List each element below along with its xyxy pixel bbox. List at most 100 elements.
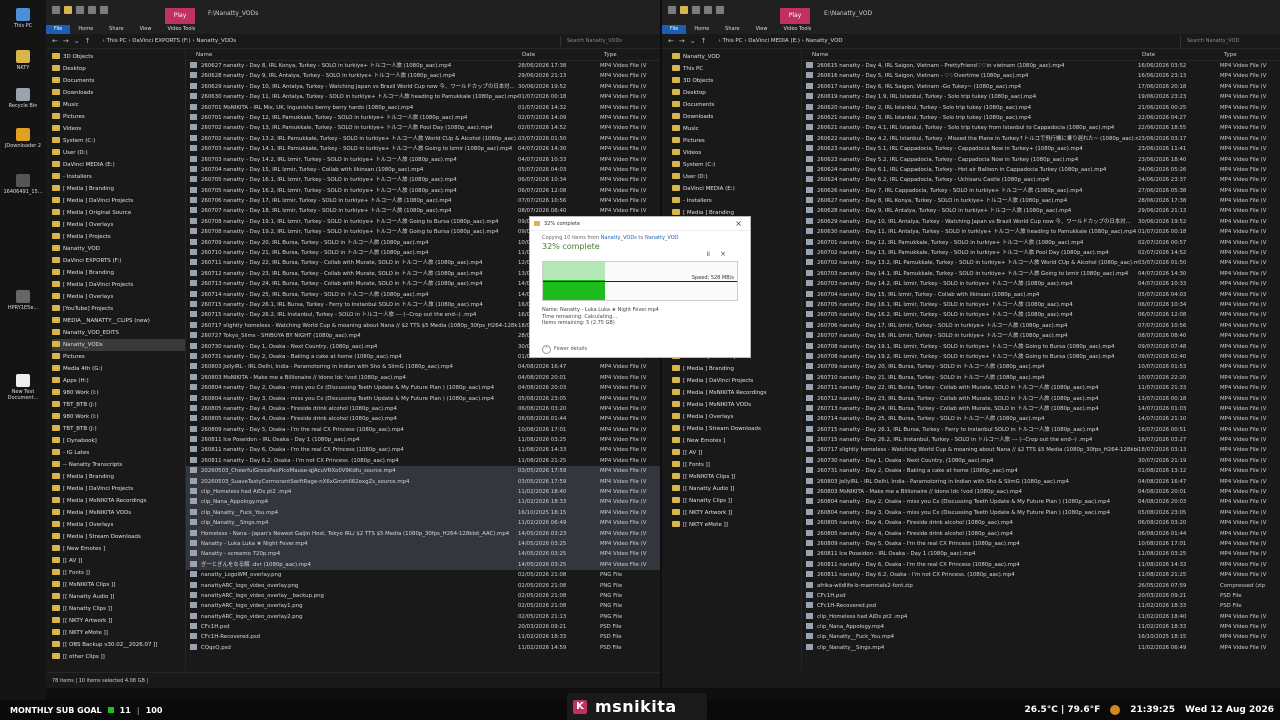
file-row[interactable]: 260731 nanatty - Day 2, Osaka - Baking a… [802, 466, 1280, 476]
file-row[interactable]: 260708 nanatty - Day 19.1, IRL Izmir, Tu… [802, 342, 1280, 352]
tree-item[interactable]: [ Media ] Stream Downloads [52, 531, 185, 543]
forward-arrow-icon[interactable]: → [63, 37, 69, 45]
file-row[interactable]: 260624 nanatty - Day 6.2, IRL Cappadocia… [802, 175, 1280, 185]
search-input[interactable]: Search Nanatty_VOD [1180, 35, 1276, 47]
file-row[interactable]: 260805 nanatty - Day 4, Osaka - Fireside… [802, 518, 1280, 528]
column-header-date[interactable]: Date [522, 49, 604, 60]
tree-item[interactable]: - Installers [52, 171, 185, 183]
tree-item[interactable]: Pictures [52, 351, 185, 363]
tree-item[interactable]: [ Media ] Branding [672, 363, 801, 375]
desktop-icon-recycle-bin[interactable]: Recycle Bin [2, 88, 44, 109]
tree-item[interactable]: 3D Objects [52, 51, 185, 63]
play-tab[interactable]: Play [165, 8, 195, 24]
file-row[interactable]: 260701 nanatty - Day 12, IRL Pamukkale, … [186, 113, 660, 123]
file-row[interactable]: 260628 nanatty - Day 9, IRL Antalya, Tur… [186, 71, 660, 81]
tab-video-tools[interactable]: Video Tools [159, 25, 203, 34]
tree-item[interactable]: [[ other Clips ]] [52, 651, 185, 663]
file-row[interactable]: Nanatty - Luka Luka ★ Night Fever.mp4 14/… [186, 538, 660, 550]
column-header-name[interactable]: Name [802, 49, 1142, 60]
file-row[interactable]: 260717 slightly homeless - Watching Worl… [802, 445, 1280, 455]
tree-item[interactable]: [ Media ] Projects [52, 231, 185, 243]
forward-arrow-icon[interactable]: → [679, 37, 685, 45]
tree-item[interactable]: -- Nanatty Transcripts [52, 459, 185, 471]
tree-item[interactable]: Downloads [52, 87, 185, 99]
tree-item[interactable]: Pictures [52, 111, 185, 123]
file-row[interactable]: clip_Nanatty__Sings.mp4 11/02/2026 06:49 M… [186, 518, 660, 529]
tree-item[interactable]: Apps (H:) [52, 375, 185, 387]
destination-folder-link[interactable]: Nanatty_VOD [645, 235, 679, 241]
file-row[interactable]: clip_Nana_Appology.mp4 11/02/2026 18:33 MP… [802, 622, 1280, 632]
file-row[interactable]: CFc1H-Recovered.psd 11/02/2026 18:33 PSD F… [186, 632, 660, 642]
tab-view[interactable]: View [748, 25, 776, 34]
navigation-pane[interactable]: 3D Objects Desktop Documents Downloads Music… [46, 49, 186, 670]
tree-item[interactable]: [ Media ] Overlays [52, 519, 185, 531]
file-row[interactable]: 260624 nanatty - Day 6.1, IRL Cappadocia… [802, 165, 1280, 175]
desktop-icon-nkty[interactable]: NKTY [2, 50, 44, 71]
column-header-type[interactable]: Type [604, 49, 660, 60]
file-row[interactable]: 260702 nanatty - Day 13, IRL Pamukkale, … [186, 123, 660, 133]
tab-home[interactable]: Home [686, 25, 717, 34]
file-row[interactable]: 260620 nanatty - Day 2, IRL Istanbul, Tu… [802, 103, 1280, 113]
file-row[interactable]: 20260503_SuaveTastyCormorantSwiftRage-nX… [186, 476, 660, 488]
file-row[interactable]: 260713 nanatty - Day 24, IRL Bursa, Turk… [802, 404, 1280, 414]
file-row[interactable]: 260730 nanatty - Day 1, Osaka - Next Cou… [802, 456, 1280, 466]
file-row[interactable]: 260615 nanatty - Day 4, IRL Saigon, Viet… [802, 61, 1280, 71]
file-row[interactable]: afrika-wildlife-b-mammals2-font.zip 26/05… [802, 581, 1280, 591]
tree-item[interactable]: DaVinci MEDIA (E:) [52, 159, 185, 171]
tree-item[interactable]: [[ NKTY Artwork ]] [672, 507, 801, 519]
file-row[interactable]: 260701 MsNIKITA - IRL Mix, UK, Ingunishu… [186, 103, 660, 113]
file-row[interactable]: 260630 nanatty - Day 11, IRL Antalya, Tu… [186, 92, 660, 102]
tree-item[interactable]: [[ AV ]] [672, 447, 801, 459]
file-row[interactable]: 260705 nanatty - Day 16.2, IRL Izmir, Tu… [186, 186, 660, 196]
file-row[interactable]: 260628 nanatty - Day 9, IRL Antalya, Tur… [802, 206, 1280, 216]
fewer-details-button[interactable]: Fewer details [542, 345, 587, 354]
file-row[interactable]: 260629 nanatty - Day 10, IRL Antalya, Tu… [186, 82, 660, 92]
tree-item[interactable]: - IG Lates [52, 447, 185, 459]
file-row[interactable]: 260804 nanatty - Day 2, Osaka - miss you… [802, 497, 1280, 507]
tree-item[interactable]: Media 4th (G:) [52, 363, 185, 375]
tree-item[interactable]: Pictures [672, 135, 801, 147]
tree-item[interactable]: [[ NKTY Artwork ]] [52, 615, 185, 627]
column-header-date[interactable]: Date [1142, 49, 1224, 60]
tree-item[interactable]: [ Media ] Stream Downloads [672, 423, 801, 435]
tree-item[interactable]: [[ Fonts ]] [672, 459, 801, 471]
play-tab[interactable]: Play [780, 8, 810, 24]
tree-item[interactable]: [ Media ] DaVinci Projects [52, 195, 185, 207]
file-row[interactable]: nanattyARC_logo_video_overlay__backup.pn… [186, 591, 660, 601]
file-row[interactable]: clip_Homeless had AiDs pt2 .mp4 11/02/202… [186, 487, 660, 498]
tree-item[interactable]: [[ AV ]] [52, 555, 185, 567]
tree-item[interactable]: [ New Emotes ] [672, 435, 801, 447]
save-icon[interactable] [52, 6, 60, 14]
tree-item[interactable]: [[ MsNIKITA Clips ]] [52, 579, 185, 591]
tree-item[interactable]: [ Media ] Branding [52, 267, 185, 279]
file-row[interactable]: 260629 nanatty - Day 10, IRL Antalya, Tu… [802, 217, 1280, 227]
tree-item[interactable]: User (D:) [672, 171, 801, 183]
file-row[interactable]: 260703 nanatty - Day 14.2, IRL Izmir, Tu… [802, 279, 1280, 289]
file-row[interactable]: CFc1H.psd 20/03/2026 09:21 PSD File [186, 622, 660, 632]
file-row[interactable]: 260804 nanatty - Day 2, Osaka - miss you… [186, 383, 660, 393]
file-row[interactable]: CQqsQ.psd 11/02/2026 14:59 PSD File [186, 643, 660, 653]
file-row[interactable]: 260803 MsNIKITA - Make me a Billionaire … [802, 487, 1280, 497]
file-row[interactable]: 260705 nanatty - Day 16.1, IRL Izmir, Tu… [802, 300, 1280, 310]
file-row[interactable]: 260704 nanatty - Day 15, IRL Izmir, Turk… [186, 165, 660, 175]
tree-item[interactable]: [[ Fonts ]] [52, 567, 185, 579]
up-arrow-icon[interactable]: ↑ [701, 37, 707, 45]
desktop-icon-text-document[interactable]: New Text Document... [2, 374, 44, 401]
recent-chevron-icon[interactable]: ⌄ [74, 37, 80, 45]
file-row[interactable]: 260809 nanatty - Day 5, Osaka - I'm the … [186, 425, 660, 435]
file-row[interactable]: 260623 nanatty - Day 5.1, IRL Cappadocia… [802, 144, 1280, 154]
file-row[interactable]: 260803 JollyIRL - IRL Delhi, India - Par… [802, 477, 1280, 487]
tree-item[interactable]: DaVinci EXPORTS (F:) [52, 255, 185, 267]
file-row[interactable]: clip_Nanatty__Fuck_You.mp4 16/10/2025 18:… [186, 507, 660, 519]
pause-icon[interactable]: ॥ [706, 250, 720, 258]
file-row[interactable]: clip_Homeless had AiDs pt2 .mp4 11/02/202… [802, 612, 1280, 622]
desktop-icon-this-pc[interactable]: This PC [2, 8, 44, 29]
folder-icon[interactable] [64, 6, 72, 14]
properties-icon[interactable] [76, 6, 84, 14]
navigation-pane[interactable]: Nanatty_VOD This PC 3D Objects Desktop Docum… [662, 49, 802, 670]
tree-item[interactable]: 980 Work (I:) [52, 387, 185, 399]
tree-item[interactable]: [ Media ] MsNIKITA VODs [52, 507, 185, 519]
file-row[interactable]: 260803 JollyIRL - IRL Delhi, India - Par… [186, 362, 660, 372]
file-row[interactable]: 260811 Ice Poseidon - IRL Osaka - Day 1 … [186, 435, 660, 445]
file-row[interactable]: clip_Nanatty__Fuck_You.mp4 16/10/2025 18:… [802, 632, 1280, 642]
